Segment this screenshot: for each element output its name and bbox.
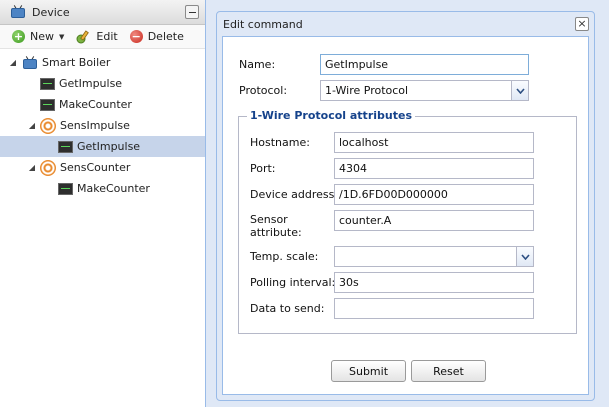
edit-button[interactable]: Edit	[76, 29, 118, 44]
polling-interval-input[interactable]: 30s	[334, 272, 534, 293]
close-icon[interactable]: ×	[575, 17, 589, 31]
collapse-button[interactable]	[185, 5, 199, 19]
tree-item-label: SensImpulse	[60, 119, 130, 132]
edit-button-label: Edit	[96, 30, 118, 43]
reset-button[interactable]: Reset	[411, 360, 486, 382]
tree-item-getimpulse-selected[interactable]: GetImpulse	[0, 136, 205, 157]
tree-item-makecounter[interactable]: MakeCounter	[0, 94, 205, 115]
new-button-label: New	[30, 30, 54, 43]
hostname-input[interactable]: localhost	[334, 132, 534, 153]
delete-icon: −	[129, 30, 143, 43]
device-panel-header: Device	[0, 0, 205, 25]
dialog-header[interactable]: Edit command ×	[217, 12, 594, 36]
sensor-attribute-label-line1: Sensor	[250, 213, 288, 226]
tree-item-makecounter-child[interactable]: MakeCounter	[0, 178, 205, 199]
device-panel: Device + New ▼ Edit − Delete ◢ Smart Boi…	[0, 0, 206, 407]
expanded-icon[interactable]: ◢	[27, 121, 37, 130]
edit-icon	[76, 29, 90, 43]
chevron-down-icon[interactable]	[511, 81, 528, 100]
fieldset-legend: 1-Wire Protocol attributes	[247, 109, 415, 122]
protocol-attributes-fieldset: 1-Wire Protocol attributes Hostname: loc…	[238, 109, 577, 334]
polling-interval-label: Polling interval:	[250, 276, 336, 289]
temp-scale-select[interactable]	[334, 246, 534, 267]
dialog-body: Name: GetImpulse Protocol: 1-Wire Protoc…	[222, 36, 589, 395]
expanded-icon[interactable]: ◢	[27, 163, 37, 172]
tree-item-label: Smart Boiler	[42, 56, 111, 69]
monitor-icon	[58, 182, 73, 195]
add-icon: +	[12, 30, 25, 43]
protocol-label: Protocol:	[239, 84, 288, 97]
tree-item-smart-boiler[interactable]: ◢ Smart Boiler	[0, 52, 205, 73]
tree-item-senscounter[interactable]: ◢ SensCounter	[0, 157, 205, 178]
delete-button-label: Delete	[147, 30, 184, 43]
protocol-select[interactable]: 1-Wire Protocol	[320, 80, 529, 101]
monitor-icon	[40, 77, 55, 90]
sensor-attribute-input[interactable]: counter.A	[334, 210, 534, 231]
tv-icon	[22, 55, 38, 70]
tree-item-label: GetImpulse	[77, 140, 141, 153]
sensor-icon	[40, 117, 56, 134]
caret-down-icon: ▼	[59, 32, 65, 41]
data-to-send-input[interactable]	[334, 298, 534, 319]
protocol-select-value: 1-Wire Protocol	[325, 84, 409, 97]
monitor-icon	[40, 98, 55, 111]
tv-icon	[10, 5, 26, 19]
device-address-label: Device address:	[250, 188, 339, 201]
tree-item-label: MakeCounter	[59, 98, 132, 111]
new-button[interactable]: + New ▼	[12, 30, 64, 43]
port-input[interactable]: 4304	[334, 158, 534, 179]
edit-command-dialog: Edit command × Name: GetImpulse Protocol…	[216, 11, 595, 401]
monitor-icon	[58, 140, 73, 153]
sensor-icon	[40, 159, 56, 176]
device-address-input[interactable]: /1D.6FD00D000000	[334, 184, 534, 205]
device-tree: ◢ Smart Boiler GetImpulse MakeCounter ◢ …	[0, 49, 205, 199]
sensor-attribute-label-line2: attribute:	[250, 226, 302, 239]
name-label: Name:	[239, 58, 276, 71]
dialog-title: Edit command	[223, 17, 303, 31]
temp-scale-label: Temp. scale:	[250, 250, 319, 263]
name-input[interactable]: GetImpulse	[320, 54, 529, 75]
chevron-down-icon[interactable]	[516, 247, 533, 266]
hostname-label: Hostname:	[250, 136, 310, 149]
expanded-icon[interactable]: ◢	[8, 58, 18, 67]
panel-title: Device	[32, 5, 70, 19]
delete-button[interactable]: − Delete	[129, 30, 184, 43]
tree-item-sensimpulse[interactable]: ◢ SensImpulse	[0, 115, 205, 136]
tree-item-label: GetImpulse	[59, 77, 123, 90]
data-to-send-label: Data to send:	[250, 302, 325, 315]
submit-button[interactable]: Submit	[331, 360, 406, 382]
tree-item-label: SensCounter	[60, 161, 131, 174]
port-label: Port:	[250, 162, 276, 175]
tree-item-getimpulse[interactable]: GetImpulse	[0, 73, 205, 94]
device-toolbar: + New ▼ Edit − Delete	[0, 25, 205, 49]
tree-item-label: MakeCounter	[77, 182, 150, 195]
